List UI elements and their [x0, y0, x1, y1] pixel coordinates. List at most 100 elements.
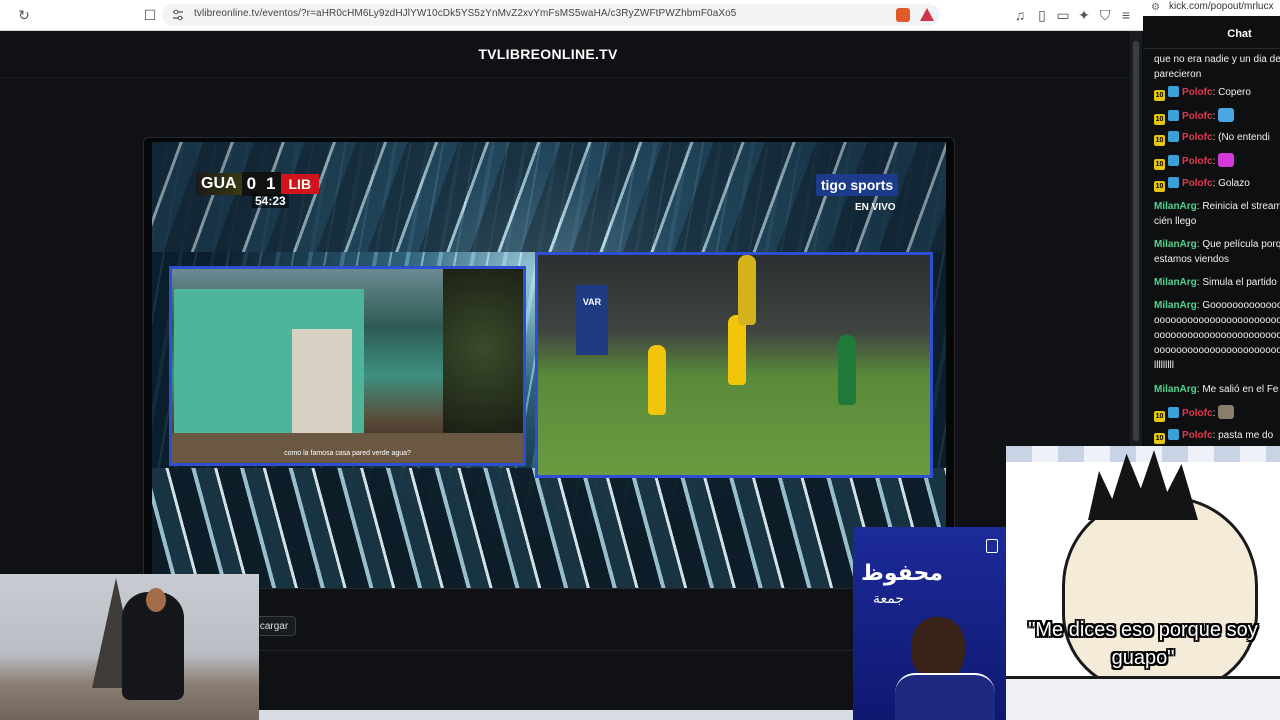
kick-badge-icon	[1168, 110, 1179, 121]
chat-username[interactable]: Polofc	[1182, 87, 1213, 98]
kick-badge-icon	[1168, 429, 1179, 440]
emote-icon	[1218, 405, 1235, 419]
chat-message: 10 Polofc:	[1154, 405, 1235, 422]
wallet-icon[interactable]: ▭	[1055, 7, 1071, 23]
player-figure	[648, 345, 666, 415]
ground	[172, 433, 523, 463]
menu-icon[interactable]: ≡	[1118, 7, 1134, 23]
chat-message: MilanArg: Simula el partido	[1154, 275, 1277, 290]
match-split-screen: VAR	[535, 252, 933, 478]
chat-username[interactable]: MilanArg	[1154, 300, 1197, 311]
chat-username[interactable]: MilanArg	[1154, 201, 1197, 212]
chat-text: :	[1212, 408, 1216, 419]
bookmark-icon[interactable]: ☐	[142, 7, 158, 23]
match-clock: 54:23	[252, 194, 289, 208]
extensions-icon[interactable]: ✦	[1076, 7, 1092, 23]
subscriber-badge-icon: 10	[1154, 135, 1165, 146]
taskbar	[259, 710, 853, 720]
site-logo[interactable]: TVLIBREONLINE.TV	[0, 46, 1096, 62]
official-figure	[738, 255, 756, 325]
home-score: 0	[241, 172, 262, 196]
chat-message: MilanArg: Gooooooooooooo oooooooooooooooo…	[1154, 298, 1280, 373]
network-logo: tigo sports	[816, 174, 898, 196]
chat-message: MilanArg: Que película porque estamos vi…	[1154, 237, 1280, 267]
player-figure	[728, 315, 746, 385]
away-team: LIB	[280, 174, 320, 194]
emote-icon	[1218, 108, 1235, 122]
chat-text: : Simula el partido	[1196, 277, 1277, 288]
chat-username[interactable]: Polofc	[1182, 111, 1213, 122]
chat-panel: Chat que no era nadie y un dia desaparec…	[1143, 16, 1280, 446]
chat-username[interactable]: MilanArg	[1154, 384, 1197, 395]
house-door	[292, 329, 352, 439]
chat-message: 10 Polofc: pasta me do	[1154, 428, 1273, 444]
video-background	[152, 468, 946, 588]
video-frame[interactable]: GUA 0 1 LIB 54:23 tigo sports EN VIVO co…	[152, 142, 946, 588]
chat-message: 10 Polofc: Golazo	[1154, 176, 1250, 192]
kick-badge-icon	[1168, 155, 1179, 166]
chat-text: : (No entendi	[1212, 132, 1270, 143]
dance-video-overlay	[0, 574, 259, 720]
site-settings-icon[interactable]: ⚙	[1151, 2, 1160, 13]
ad-split-screen: como la famosa casa pared verde agua?	[169, 266, 526, 466]
subscriber-badge-icon: 10	[1154, 114, 1165, 125]
chat-text: : Copero	[1212, 87, 1251, 98]
music-icon[interactable]: ♫	[1012, 7, 1028, 23]
chat-username[interactable]: Polofc	[1182, 408, 1213, 419]
player-portrait	[911, 617, 965, 681]
shield-icon[interactable]: ⛉	[1097, 7, 1113, 23]
page-scrollbar[interactable]	[1130, 31, 1142, 447]
chat-message: 10 Polofc:	[1154, 153, 1235, 170]
site-header: TVLIBREONLINE.TV	[0, 31, 1130, 78]
signing-poster-overlay: محفوظ جمعة	[853, 527, 1006, 720]
chat-message: 10 Polofc: (No entendi	[1154, 130, 1270, 146]
ad-caption: como la famosa casa pared verde agua?	[284, 450, 411, 457]
site-settings-icon[interactable]	[172, 9, 184, 21]
refresh-icon[interactable]: ↻	[16, 7, 32, 23]
meme-caption: "Me dices eso porque soy guapo"	[1006, 616, 1280, 672]
chat-message: MilanArg: Reinicia el stream recién lleg…	[1154, 199, 1280, 229]
chat-username[interactable]: Polofc	[1182, 156, 1213, 167]
video-player[interactable]: GUA 0 1 LIB 54:23 tigo sports EN VIVO co…	[143, 137, 955, 589]
poster-title: محفوظ	[861, 561, 943, 586]
kick-badge-icon	[1168, 131, 1179, 142]
subscriber-badge-icon: 10	[1154, 433, 1165, 444]
kick-badge-icon	[1168, 407, 1179, 418]
var-board: VAR	[576, 285, 608, 355]
chat-username[interactable]: Polofc	[1182, 430, 1213, 441]
meme-overlay: "Me dices eso porque soy guapo"	[1006, 446, 1280, 720]
chat-text: : pasta me do	[1212, 430, 1274, 441]
browser-toolbar: ↻ ☐ tvlibreonline.tv/eventos/?r=aHR0cHM6…	[0, 0, 1143, 31]
cartoon-shirt	[1006, 676, 1280, 720]
chat-username[interactable]: Polofc	[1182, 178, 1213, 189]
chat-message: MilanArg: Me salió en el Fe	[1154, 382, 1279, 397]
chat-text: :	[1212, 111, 1216, 122]
subscriber-badge-icon: 10	[1154, 159, 1165, 170]
rewards-icon[interactable]	[920, 8, 934, 21]
live-label: EN VIVO	[855, 202, 896, 213]
away-score: 1	[261, 172, 281, 196]
meme-background	[1006, 446, 1280, 462]
sidebar-icon[interactable]: ▯	[1034, 7, 1050, 23]
subscriber-badge-icon: 10	[1154, 90, 1165, 101]
kick-badge-icon	[1168, 86, 1179, 97]
player-jersey	[895, 673, 995, 720]
scorebug: GUA 0 1 LIB	[196, 172, 320, 196]
chat-message: 10 Polofc: Copero	[1154, 85, 1251, 101]
club-crest-icon	[986, 539, 998, 553]
url-text[interactable]: tvlibreonline.tv/eventos/?r=aHR0cHM6Ly9z…	[194, 8, 736, 19]
chat-text: :	[1212, 156, 1216, 167]
chat-text: : Golazo	[1212, 178, 1250, 189]
address-bar[interactable]: tvlibreonline.tv/eventos/?r=aHR0cHM6Ly9z…	[162, 4, 940, 26]
brave-shield-icon[interactable]	[896, 8, 910, 22]
chat-message: 10 Polofc:	[1154, 108, 1235, 125]
popout-titlebar: ⚙ kick.com/popout/mrlucx	[1143, 0, 1280, 16]
scrollbar-thumb[interactable]	[1133, 41, 1139, 441]
emote-icon	[1218, 153, 1235, 167]
dancer-head	[146, 588, 166, 612]
popout-url[interactable]: kick.com/popout/mrlucx	[1169, 1, 1273, 12]
chat-text: que no era nadie y un dia desaparecieron	[1154, 54, 1280, 80]
chat-username[interactable]: Polofc	[1182, 132, 1213, 143]
chat-username[interactable]: MilanArg	[1154, 277, 1197, 288]
chat-username[interactable]: MilanArg	[1154, 239, 1197, 250]
